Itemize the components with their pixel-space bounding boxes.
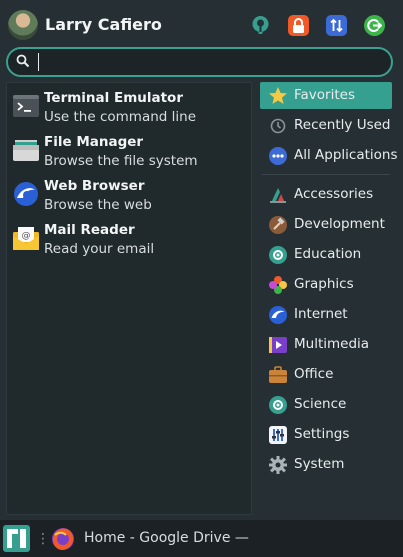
category-label: Multimedia <box>294 336 370 352</box>
app-name: Terminal Emulator <box>44 90 183 106</box>
web-browser-icon <box>14 182 38 206</box>
logout-icon <box>367 19 382 32</box>
category-label: Education <box>294 246 362 262</box>
category-label: All Applications <box>294 147 398 163</box>
menu-header: Larry Cafiero <box>6 8 398 42</box>
taskbar-window-title[interactable]: Home - Google Drive — <box>84 530 249 546</box>
category-system[interactable]: System <box>260 451 392 478</box>
category-graphics[interactable]: Graphics <box>260 271 392 298</box>
star-icon <box>269 87 287 104</box>
app-description: Browse the file system <box>44 153 198 169</box>
category-label: Favorites <box>294 87 355 103</box>
app-item-web-browser[interactable]: Web Browser Browse the web <box>7 173 253 217</box>
settings-manager-button[interactable] <box>250 15 271 36</box>
switch-user-icon <box>330 18 343 33</box>
category-science[interactable]: Science <box>260 391 392 418</box>
category-separator <box>262 174 390 175</box>
category-label: Internet <box>294 306 348 322</box>
accessories-icon <box>270 188 286 203</box>
category-development[interactable]: Development <box>260 211 392 238</box>
panel-handle[interactable]: ⋮ <box>36 531 50 547</box>
category-label: Office <box>294 366 334 382</box>
category-label: Accessories <box>294 186 374 202</box>
app-description: Read your email <box>44 241 155 257</box>
settings-icon <box>269 426 287 444</box>
category-label: Settings <box>294 426 350 442</box>
category-label: Science <box>294 396 347 412</box>
app-item-mail-reader[interactable]: @ Mail Reader Read your email <box>7 217 253 261</box>
logout-button[interactable] <box>364 15 385 36</box>
category-internet[interactable]: Internet <box>260 301 392 328</box>
category-office[interactable]: Office <box>260 361 392 388</box>
category-all-applications[interactable]: All Applications <box>260 142 398 169</box>
app-item-terminal[interactable]: Terminal Emulator Use the command line <box>7 85 253 129</box>
gear-icon <box>269 456 287 474</box>
app-item-file-manager[interactable]: File Manager Browse the file system <box>7 129 253 173</box>
hammer-icon <box>269 216 287 234</box>
app-name: File Manager <box>44 134 144 150</box>
folder-icon <box>13 140 39 161</box>
education-icon <box>269 246 287 264</box>
globe-icon <box>269 306 287 324</box>
dots-icon <box>269 147 287 165</box>
briefcase-icon <box>269 366 287 383</box>
whisker-menu: Larry Cafiero Terminal Emulator Use the … <box>0 0 403 520</box>
graphics-icon <box>269 276 287 294</box>
taskbar-window-firefox[interactable] <box>50 526 76 552</box>
category-accessories[interactable]: Accessories <box>260 181 392 208</box>
user-avatar[interactable] <box>8 10 38 40</box>
user-name: Larry Cafiero <box>45 15 162 34</box>
software-icon <box>252 16 269 34</box>
favorites-list: Terminal Emulator Use the command line F… <box>6 82 252 515</box>
menu-launcher-button[interactable] <box>3 525 30 552</box>
lock-screen-button[interactable] <box>288 15 309 36</box>
category-settings[interactable]: Settings <box>260 421 392 448</box>
category-education[interactable]: Education <box>260 241 392 268</box>
text-cursor <box>38 53 39 71</box>
multimedia-icon <box>269 337 287 353</box>
search-icon <box>16 54 30 68</box>
terminal-icon <box>13 95 39 117</box>
app-description: Use the command line <box>44 109 196 125</box>
category-recently-used[interactable]: Recently Used <box>260 112 392 139</box>
app-name: Web Browser <box>44 178 145 194</box>
app-name: Mail Reader <box>44 222 135 238</box>
category-favorites[interactable]: Favorites <box>260 82 392 109</box>
lock-icon <box>293 18 304 33</box>
category-label: System <box>294 456 345 472</box>
category-multimedia[interactable]: Multimedia <box>260 331 392 358</box>
category-label: Graphics <box>294 276 354 292</box>
search-input[interactable] <box>6 47 393 77</box>
manjaro-logo-icon <box>7 529 26 548</box>
firefox-icon <box>52 528 74 550</box>
science-icon <box>269 396 287 414</box>
category-label: Recently Used <box>294 117 391 133</box>
category-label: Development <box>294 216 385 232</box>
svg-text:@: @ <box>22 231 31 241</box>
app-description: Browse the web <box>44 197 152 213</box>
clock-icon <box>270 118 286 134</box>
mail-icon: @ <box>13 227 39 250</box>
switch-user-button[interactable] <box>326 15 347 36</box>
